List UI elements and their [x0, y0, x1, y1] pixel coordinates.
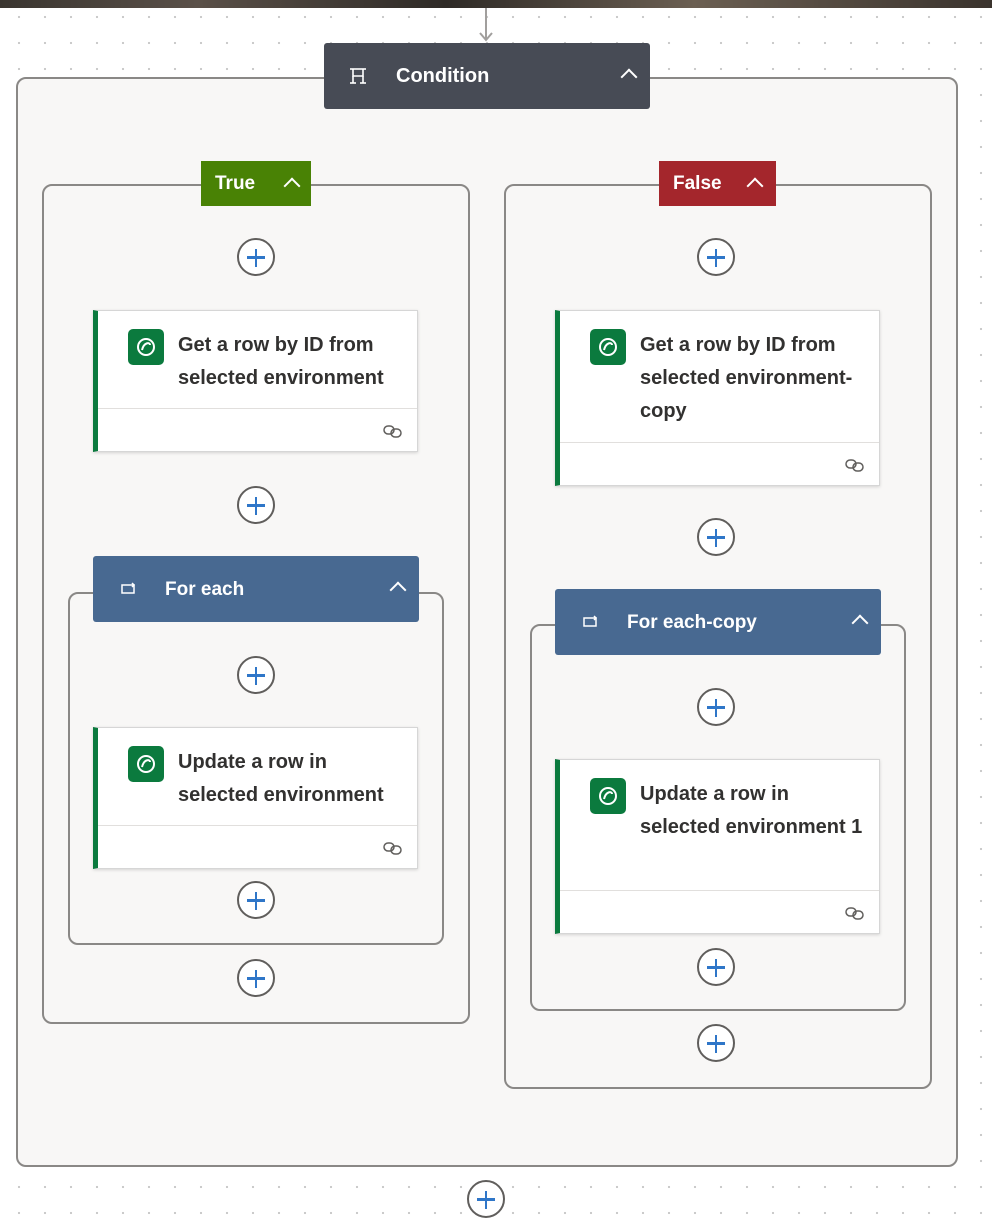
add-action-button[interactable]	[467, 1180, 505, 1218]
card-title: Get a row by ID from selected environmen…	[640, 334, 853, 422]
true-branch-header[interactable]: True	[201, 161, 311, 206]
chevron-up-icon[interactable]	[620, 68, 638, 86]
for-each-label: For each	[165, 579, 245, 600]
link-icon[interactable]	[845, 905, 865, 921]
true-branch-label: True	[215, 172, 256, 194]
add-action-button[interactable]	[697, 688, 735, 726]
add-action-button[interactable]	[237, 959, 275, 997]
false-branch-header[interactable]: False	[659, 161, 776, 206]
card-footer	[560, 890, 879, 933]
card-title: Update a row in selected environment 1	[640, 783, 863, 838]
add-action-button[interactable]	[697, 1024, 735, 1062]
add-action-button[interactable]	[237, 486, 275, 524]
loop-icon	[583, 615, 598, 627]
update-row-card[interactable]: Update a row in selected environment	[93, 727, 418, 869]
add-action-button[interactable]	[237, 881, 275, 919]
chevron-up-icon[interactable]	[746, 177, 764, 195]
card-title: Get a row by ID from selected environmen…	[178, 334, 384, 389]
get-row-card[interactable]: Get a row by ID from selected environmen…	[93, 310, 418, 452]
condition-label: Condition	[396, 65, 490, 87]
update-row-1-card[interactable]: Update a row in selected environment 1	[555, 759, 880, 934]
chevron-up-icon[interactable]	[851, 614, 869, 632]
for-each-copy-header[interactable]: For each-copy	[555, 589, 881, 655]
add-action-button[interactable]	[237, 238, 275, 276]
card-title: Update a row in selected environment	[178, 751, 384, 806]
add-action-button[interactable]	[697, 948, 735, 986]
link-icon[interactable]	[383, 840, 403, 856]
chevron-up-icon[interactable]	[283, 177, 301, 195]
dataverse-icon	[590, 329, 626, 365]
add-action-button[interactable]	[237, 656, 275, 694]
dataverse-icon	[128, 329, 164, 365]
card-footer	[98, 825, 417, 868]
add-action-button[interactable]	[697, 238, 735, 276]
for-each-header[interactable]: For each	[93, 556, 419, 622]
for-each-copy-label: For each-copy	[627, 612, 757, 633]
dataverse-icon	[590, 778, 626, 814]
get-row-copy-card[interactable]: Get a row by ID from selected environmen…	[555, 310, 880, 486]
card-footer	[98, 408, 417, 451]
link-icon[interactable]	[845, 457, 865, 473]
condition-header[interactable]: Condition	[324, 43, 650, 109]
link-icon[interactable]	[383, 423, 403, 439]
card-footer	[560, 442, 879, 485]
chevron-up-icon[interactable]	[389, 581, 407, 599]
false-branch-label: False	[673, 172, 722, 194]
dataverse-icon	[128, 746, 164, 782]
add-action-button[interactable]	[697, 518, 735, 556]
condition-icon	[350, 68, 366, 84]
loop-icon	[121, 582, 136, 594]
